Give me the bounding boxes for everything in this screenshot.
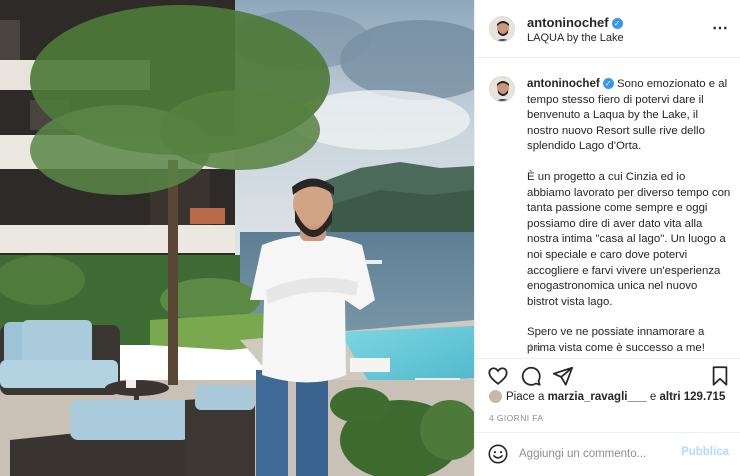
caption-time[interactable]: 4 o (527, 343, 541, 354)
caption-paragraph-3: Spero ve ne possiate innamorare a prima … (527, 326, 705, 354)
likes-count[interactable]: altri 129.715 (659, 391, 725, 403)
emoji-icon[interactable] (487, 443, 509, 465)
share-icon[interactable] (552, 365, 574, 387)
post-location[interactable]: LAQUA by the Lake (527, 32, 624, 44)
divider (475, 358, 740, 359)
caption-avatar[interactable] (489, 76, 515, 102)
post-timestamp[interactable]: 4 GIORNI FA (489, 413, 543, 423)
publish-button[interactable]: Pubblica (681, 446, 729, 458)
caption-text: antoninochef ✓ Sono emozionato e al tempo… (527, 76, 731, 372)
verified-badge-icon: ✓ (611, 18, 623, 29)
liker-avatar[interactable] (489, 390, 502, 403)
post-header: antoninochef ✓ LAQUA by the Lake ⋯ (475, 0, 740, 58)
bookmark-icon[interactable] (709, 365, 731, 387)
post-photo[interactable] (0, 0, 474, 476)
comment-input[interactable] (519, 445, 669, 463)
header-username[interactable]: antoninochef (527, 15, 609, 30)
caption-username[interactable]: antoninochef (527, 77, 600, 90)
heart-icon[interactable] (487, 365, 509, 387)
caption-paragraph-2: È un progetto a cui Cinzia ed io abbiamo… (527, 170, 731, 308)
likes-summary: Piace a marzia_ravagli___ e altri 129.71… (489, 390, 725, 403)
avatar[interactable] (489, 16, 515, 42)
comment-icon[interactable] (520, 365, 542, 387)
action-bar (475, 362, 740, 390)
liker-username[interactable]: marzia_ravagli___ (548, 391, 647, 403)
post-sidebar: antoninochef ✓ LAQUA by the Lake ⋯ antoni… (474, 0, 740, 476)
verified-badge-icon: ✓ (602, 78, 614, 89)
more-options-icon[interactable]: ⋯ (712, 18, 729, 38)
comment-composer: Pubblica (475, 433, 740, 476)
likes-joiner: e (649, 391, 657, 403)
likes-prefix: Piace a (506, 391, 545, 403)
